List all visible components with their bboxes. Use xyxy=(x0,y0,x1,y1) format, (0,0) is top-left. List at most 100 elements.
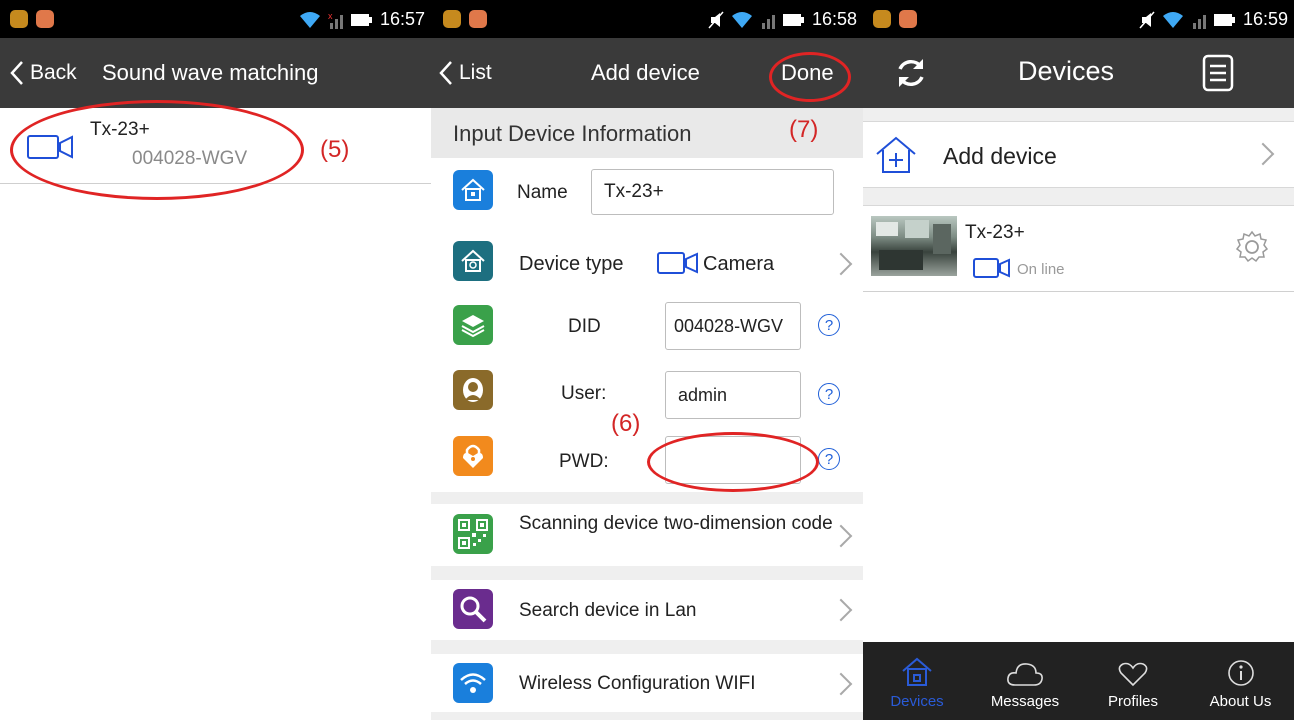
app-notification-icon xyxy=(873,10,891,28)
back-label: Back xyxy=(30,61,77,84)
screenshot-composite: x 16:57 Back Sound wave matching Tx-23+ … xyxy=(0,0,1294,720)
app-notification-icon xyxy=(899,10,917,28)
wifi-icon xyxy=(453,663,493,703)
wifi-icon xyxy=(299,11,320,28)
battery-icon xyxy=(782,13,804,26)
signal-icon xyxy=(1192,14,1206,29)
page-title: Sound wave matching xyxy=(102,60,319,85)
section-title: Input Device Information xyxy=(453,121,692,146)
camera-icon xyxy=(973,258,1010,278)
wifi-icon xyxy=(731,11,752,28)
page-title: Add device xyxy=(591,60,700,85)
back-label: List xyxy=(459,61,492,84)
wifi-config-row[interactable]: Wireless Configuration WIFI xyxy=(431,654,863,712)
did-field[interactable]: 004028-WGV xyxy=(665,302,801,350)
tab-about-us[interactable]: About Us xyxy=(1187,642,1294,720)
name-label: Name xyxy=(517,182,568,203)
tab-devices[interactable]: Devices xyxy=(863,642,971,720)
refresh-icon[interactable] xyxy=(893,55,929,91)
app-notification-icon xyxy=(10,10,28,28)
search-icon xyxy=(453,589,493,629)
tab-messages[interactable]: Messages xyxy=(971,642,1079,720)
device-type-label: Device type xyxy=(519,253,624,275)
status-time: 16:58 xyxy=(811,9,857,29)
qr-code-icon xyxy=(453,514,493,554)
annotation-label: (5) xyxy=(320,136,350,163)
home-icon xyxy=(453,170,493,210)
status-time: 16:59 xyxy=(1242,9,1288,29)
add-device-screen: 16:58 List Add device Done Input Device … xyxy=(431,0,863,720)
document-list-icon[interactable] xyxy=(1201,54,1235,92)
device-name: Tx-23+ xyxy=(965,222,1025,243)
annotation-label: (7) xyxy=(789,116,819,143)
app-notification-icon xyxy=(36,10,54,28)
tab-profiles[interactable]: Profiles xyxy=(1079,642,1187,720)
battery-icon xyxy=(1213,13,1235,26)
status-bar: x 16:57 xyxy=(0,0,431,38)
add-device-label: Add device xyxy=(943,143,1057,169)
user-label: User: xyxy=(561,383,607,404)
help-icon[interactable]: ? xyxy=(818,314,840,336)
app-notification-icon xyxy=(443,10,461,28)
tab-label: About Us xyxy=(1209,693,1272,710)
tab-label: Messages xyxy=(990,693,1060,710)
search-lan-row[interactable]: Search device in Lan xyxy=(431,580,863,640)
home-add-icon xyxy=(876,136,916,173)
camera-icon xyxy=(657,252,698,274)
signal-icon xyxy=(761,14,775,29)
lock-icon xyxy=(453,436,493,476)
chevron-right-icon xyxy=(829,598,853,622)
mute-icon xyxy=(708,11,724,28)
scan-qr-row[interactable]: Scanning device two-dimension code xyxy=(431,504,863,566)
app-notification-icon xyxy=(469,10,487,28)
highlight-ellipse xyxy=(10,100,304,200)
help-icon[interactable]: ? xyxy=(818,383,840,405)
back-button[interactable]: Back xyxy=(10,60,77,86)
battery-icon xyxy=(350,13,372,26)
devices-screen: 16:59 Devices Add device Tx-23+ On line xyxy=(863,0,1294,720)
layers-icon xyxy=(453,305,493,345)
wifi-config-label: Wireless Configuration WIFI xyxy=(519,673,756,694)
spacer xyxy=(863,108,1294,122)
wifi-icon xyxy=(1162,11,1183,28)
add-device-row[interactable]: Add device xyxy=(863,122,1294,188)
user-field[interactable]: admin xyxy=(665,371,801,419)
tab-label: Devices xyxy=(890,693,944,710)
svg-text:x: x xyxy=(328,11,333,21)
chevron-right-icon xyxy=(829,252,853,276)
device-list-item[interactable]: Tx-23+ On line xyxy=(863,206,1294,292)
status-time: 16:57 xyxy=(379,9,425,29)
chevron-left-icon xyxy=(439,61,452,85)
nav-bar: Devices xyxy=(863,38,1294,108)
help-icon[interactable]: ? xyxy=(818,448,840,470)
tab-bar: Devices Messages Profiles About Us xyxy=(863,642,1294,720)
chevron-right-icon xyxy=(1251,142,1275,166)
annotation-label: (6) xyxy=(611,410,641,437)
heart-icon xyxy=(1118,662,1148,687)
nav-bar: Back Sound wave matching xyxy=(0,38,431,108)
home-camera-icon xyxy=(453,241,493,281)
page-title: Devices xyxy=(1018,56,1115,86)
name-field[interactable]: Tx-23+ xyxy=(591,169,834,215)
chevron-right-icon xyxy=(829,672,853,696)
chevron-left-icon xyxy=(10,61,23,85)
device-thumbnail xyxy=(871,216,957,276)
device-status: On line xyxy=(1017,261,1065,278)
signal-icon: x xyxy=(328,11,343,29)
sound-wave-matching-screen: x 16:57 Back Sound wave matching Tx-23+ … xyxy=(0,0,431,720)
home-icon xyxy=(902,657,932,686)
cloud-icon xyxy=(1007,663,1043,686)
did-label: DID xyxy=(568,316,601,337)
scan-qr-label: Scanning device two-dimension code xyxy=(519,513,833,534)
device-type-value[interactable]: Camera xyxy=(703,253,774,276)
status-bar: 16:59 xyxy=(863,0,1294,38)
gear-icon[interactable] xyxy=(1235,230,1269,264)
pwd-label: PWD: xyxy=(559,451,609,472)
search-lan-label: Search device in Lan xyxy=(519,600,697,621)
info-icon xyxy=(1227,660,1254,686)
back-button[interactable]: List xyxy=(439,60,492,86)
status-bar: 16:58 xyxy=(431,0,863,38)
highlight-ellipse xyxy=(769,52,851,102)
mute-icon xyxy=(1139,11,1155,28)
tab-label: Profiles xyxy=(1107,693,1159,710)
